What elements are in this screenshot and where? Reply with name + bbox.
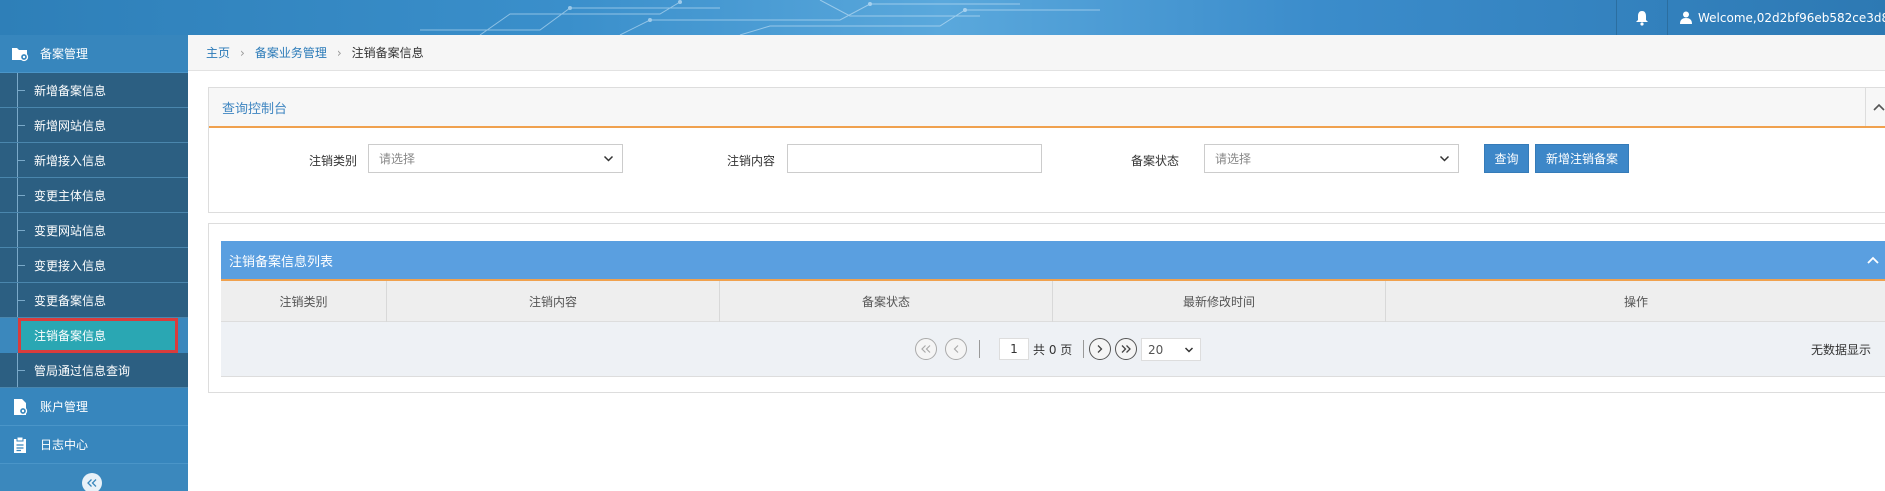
chevron-down-icon	[1184, 347, 1194, 353]
user-icon	[1680, 11, 1692, 24]
sidebar-group-account[interactable]: 账户管理	[0, 388, 188, 426]
cancel-type-select[interactable]: 请选择	[368, 144, 623, 173]
cancel-type-label: 注销类别	[309, 154, 358, 168]
list-panel: 注销备案信息列表 注销类别 注销内容 备案状态 最新修改时间 操作 1 共 0 …	[208, 223, 1885, 393]
query-panel-header: 查询控制台	[209, 88, 1885, 128]
sidebar-item-change-website[interactable]: 变更网站信息	[0, 213, 188, 248]
query-panel: 查询控制台 注销类别 请选择 注销内容 备案状态 请选择 查询 新增注销备案	[208, 87, 1885, 213]
folder-gear-icon	[10, 44, 30, 64]
collapse-query-panel-button[interactable]	[1865, 88, 1885, 126]
column-header-actions[interactable]: 操作	[1386, 281, 1885, 322]
list-panel-header: 注销备案信息列表	[221, 241, 1885, 281]
breadcrumb-section-link[interactable]: 备案业务管理	[255, 44, 327, 61]
breadcrumb: 主页 › 备案业务管理 › 注销备案信息	[188, 35, 1885, 71]
collapse-list-panel-button[interactable]	[1867, 253, 1879, 268]
first-page-button[interactable]	[915, 338, 937, 360]
sidebar-item-label: 变更主体信息	[34, 188, 107, 203]
sidebar-item-label: 变更网站信息	[34, 223, 107, 238]
chevron-down-icon	[1439, 155, 1450, 162]
list-panel-title: 注销备案信息列表	[229, 254, 334, 270]
previous-page-button[interactable]	[945, 338, 967, 360]
chevron-down-icon	[603, 155, 614, 162]
sidebar-item-label: 管局通过信息查询	[34, 363, 131, 378]
total-pages-text: 共 0 页	[1033, 342, 1073, 357]
page-number-input[interactable]: 1	[999, 338, 1029, 360]
clipboard-icon	[10, 435, 30, 455]
welcome-text: Welcome,02d2bf96eb582ce3d81c	[1698, 10, 1885, 25]
column-header-modified-time[interactable]: 最新修改时间	[1053, 281, 1386, 322]
pager-divider	[979, 340, 980, 358]
column-header-cancel-content[interactable]: 注销内容	[387, 281, 720, 322]
double-chevron-left-icon	[921, 345, 931, 353]
breadcrumb-home-link[interactable]: 主页	[206, 44, 230, 61]
cancel-content-input[interactable]	[787, 144, 1042, 173]
circuit-banner-art	[420, 0, 1100, 35]
sidebar-item-change-subject[interactable]: 变更主体信息	[0, 178, 188, 213]
table-header: 注销类别 注销内容 备案状态 最新修改时间 操作	[221, 281, 1885, 322]
top-bar: Welcome,02d2bf96eb582ce3d81c	[0, 0, 1885, 35]
bell-icon	[1636, 10, 1648, 26]
double-chevron-left-icon	[87, 479, 97, 487]
sidebar-item-label: 变更接入信息	[34, 258, 107, 273]
next-page-button[interactable]	[1089, 338, 1111, 360]
sidebar-item-label: 注销备案信息	[34, 328, 107, 343]
filing-status-label: 备案状态	[1131, 154, 1180, 168]
cancel-content-label: 注销内容	[727, 154, 776, 168]
sidebar-group-label: 备案管理	[40, 47, 89, 61]
chevron-right-icon	[1097, 345, 1103, 353]
page-size-select[interactable]: 20	[1141, 338, 1201, 361]
chevron-right-icon: ›	[336, 45, 342, 60]
add-cancel-filing-button[interactable]: 新增注销备案	[1535, 144, 1629, 173]
sidebar-item-label: 新增网站信息	[34, 118, 107, 133]
sidebar-item-new-website[interactable]: 新增网站信息	[0, 108, 188, 143]
sidebar-item-label: 新增接入信息	[34, 153, 107, 168]
sidebar-group-label: 日志中心	[40, 438, 89, 452]
breadcrumb-current: 注销备案信息	[351, 46, 424, 60]
pagination-bar: 1 共 0 页 20 无数据显示	[221, 322, 1885, 377]
page-size-value: 20	[1148, 342, 1164, 357]
sidebar-group-label: 账户管理	[40, 400, 89, 414]
sidebar-item-label: 新增备案信息	[34, 83, 107, 98]
chevron-left-icon	[953, 345, 959, 353]
pager-divider	[1083, 340, 1084, 358]
notification-bell-button[interactable]	[1616, 0, 1668, 35]
user-menu[interactable]: Welcome,02d2bf96eb582ce3d81c	[1668, 0, 1885, 35]
sidebar-item-change-access[interactable]: 变更接入信息	[0, 248, 188, 283]
sidebar-item-label: 变更备案信息	[34, 293, 107, 308]
sidebar: 备案管理 新增备案信息 新增网站信息 新增接入信息 变更主体信息 变更网站信息 …	[0, 35, 188, 491]
sidebar-item-change-filing[interactable]: 变更备案信息	[0, 283, 188, 318]
document-gear-icon	[10, 397, 30, 417]
chevron-right-icon: ›	[240, 45, 245, 60]
sidebar-item-cancel-filing[interactable]: 注销备案信息	[18, 318, 178, 353]
filing-status-value: 请选择	[1215, 152, 1252, 166]
search-button[interactable]: 查询	[1484, 144, 1529, 173]
sidebar-group-log[interactable]: 日志中心	[0, 426, 188, 464]
sidebar-group-filing[interactable]: 备案管理	[0, 35, 188, 73]
filing-status-select[interactable]: 请选择	[1204, 144, 1459, 173]
no-data-text: 无数据显示	[1811, 342, 1872, 357]
chevron-up-icon	[1867, 256, 1879, 264]
last-page-button[interactable]	[1115, 338, 1137, 360]
sidebar-item-new-filing[interactable]: 新增备案信息	[0, 73, 188, 108]
cancel-type-value: 请选择	[379, 152, 416, 166]
sidebar-item-new-access[interactable]: 新增接入信息	[0, 143, 188, 178]
sidebar-item-bureau-query[interactable]: 管局通过信息查询	[0, 353, 188, 388]
double-chevron-right-icon	[1121, 345, 1131, 353]
collapse-sidebar-button[interactable]	[82, 473, 102, 491]
column-header-cancel-type[interactable]: 注销类别	[221, 281, 387, 322]
query-panel-title: 查询控制台	[222, 101, 288, 117]
chevron-up-icon	[1872, 103, 1885, 111]
column-header-filing-status[interactable]: 备案状态	[720, 281, 1053, 322]
